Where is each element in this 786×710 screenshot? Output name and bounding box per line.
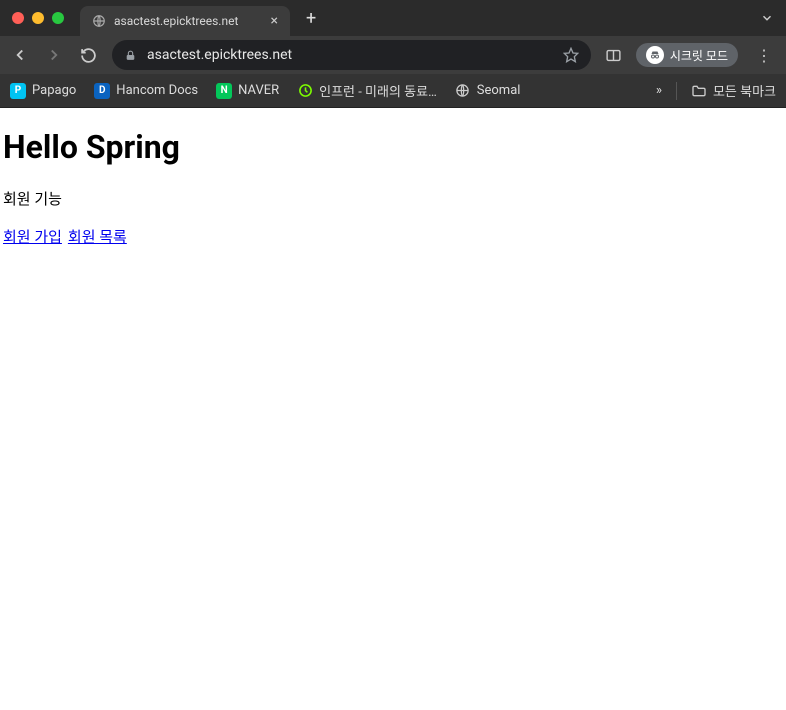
bookmark-label: NAVER — [238, 83, 279, 98]
bookmarks-bar: P Papago D Hancom Docs N NAVER 인프런 - 미래의… — [0, 74, 786, 108]
tab-overflow-icon[interactable] — [760, 11, 774, 25]
back-button[interactable] — [10, 45, 30, 65]
seomal-icon — [455, 83, 471, 99]
close-tab-icon[interactable]: × — [271, 13, 278, 29]
naver-icon: N — [216, 83, 232, 99]
address-bar[interactable]: asactest.epicktrees.net — [112, 40, 591, 70]
divider — [676, 82, 677, 100]
page-content: Hello Spring 회원 기능 회원 가입 회원 목록 — [0, 108, 786, 269]
incognito-icon — [646, 46, 664, 64]
signup-link[interactable]: 회원 가입 — [3, 228, 62, 246]
bookmark-label: 인프런 - 미래의 동료… — [319, 81, 437, 100]
menu-button[interactable]: ⋮ — [752, 46, 776, 65]
reading-mode-icon[interactable] — [605, 47, 622, 64]
bookmarks-overflow[interactable]: » — [656, 83, 662, 98]
minimize-window-button[interactable] — [32, 12, 44, 24]
page-heading: Hello Spring — [3, 128, 783, 166]
reload-button[interactable] — [78, 45, 98, 65]
traffic-lights — [12, 12, 64, 24]
member-list-link[interactable]: 회원 목록 — [68, 228, 127, 246]
incognito-label: 시크릿 모드 — [670, 47, 728, 64]
inflearn-icon — [297, 83, 313, 99]
bookmark-papago[interactable]: P Papago — [10, 83, 76, 99]
all-bookmarks-label: 모든 북마크 — [713, 81, 776, 100]
bookmark-label: Hancom Docs — [116, 83, 198, 98]
incognito-badge[interactable]: 시크릿 모드 — [636, 43, 738, 67]
bookmark-label: Seomal — [477, 83, 521, 98]
bookmark-label: Papago — [32, 83, 76, 98]
maximize-window-button[interactable] — [52, 12, 64, 24]
toolbar: asactest.epicktrees.net 시크릿 모드 ⋮ — [0, 36, 786, 74]
url-text: asactest.epicktrees.net — [147, 47, 553, 63]
papago-icon: P — [10, 83, 26, 99]
browser-tab[interactable]: asactest.epicktrees.net × — [80, 6, 290, 36]
bookmark-star-icon[interactable] — [563, 47, 579, 63]
all-bookmarks-button[interactable]: 모든 북마크 — [691, 81, 776, 100]
bookmark-inflearn[interactable]: 인프런 - 미래의 동료… — [297, 81, 437, 100]
bookmark-hancom[interactable]: D Hancom Docs — [94, 83, 198, 99]
page-subtitle: 회원 기능 — [3, 188, 783, 209]
close-window-button[interactable] — [12, 12, 24, 24]
forward-button[interactable] — [44, 45, 64, 65]
page-links: 회원 가입 회원 목록 — [3, 225, 783, 249]
hancom-icon: D — [94, 83, 110, 99]
folder-icon — [691, 83, 707, 99]
bookmark-naver[interactable]: N NAVER — [216, 83, 279, 99]
globe-icon — [92, 14, 106, 28]
titlebar: asactest.epicktrees.net × + — [0, 0, 786, 36]
tab-title: asactest.epicktrees.net — [114, 14, 238, 28]
lock-icon — [124, 49, 137, 62]
new-tab-button[interactable]: + — [298, 8, 324, 29]
bookmark-seomal[interactable]: Seomal — [455, 83, 521, 99]
